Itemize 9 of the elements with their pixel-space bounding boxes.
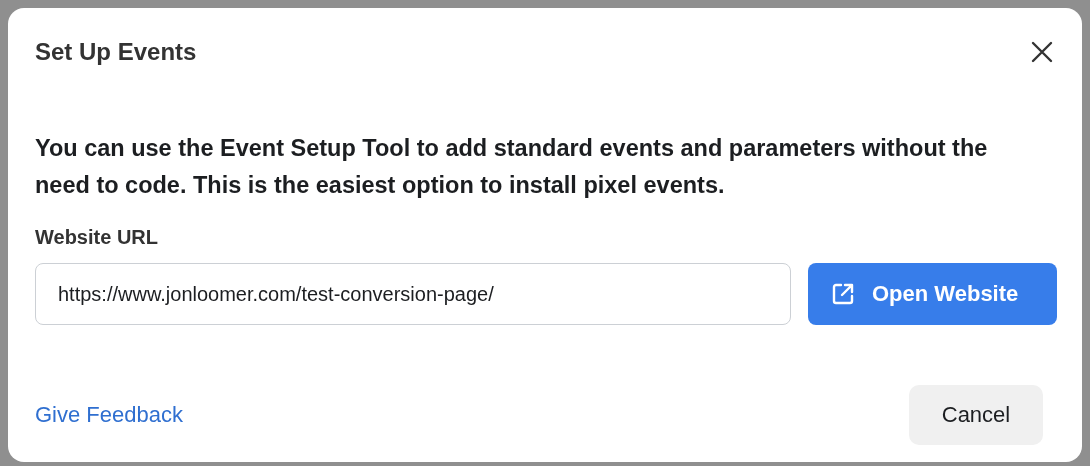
dialog-title: Set Up Events — [35, 38, 197, 66]
description-text: You can use the Event Setup Tool to add standard events and parameters without the need to code. This is the easiest option to install pixel events. — [35, 134, 989, 200]
close-icon[interactable] — [1031, 41, 1053, 63]
field-label: Website URL — [35, 226, 159, 249]
open-website-button[interactable]: Open Website — [808, 263, 1057, 325]
url-input-field[interactable]: https://www.jonloomer.com/test-conversion-page/ — [35, 263, 791, 325]
cancel-button[interactable]: Cancel — [909, 385, 1043, 445]
external-link-icon — [830, 281, 856, 307]
feedback-link[interactable]: Give Feedback — [35, 402, 183, 428]
